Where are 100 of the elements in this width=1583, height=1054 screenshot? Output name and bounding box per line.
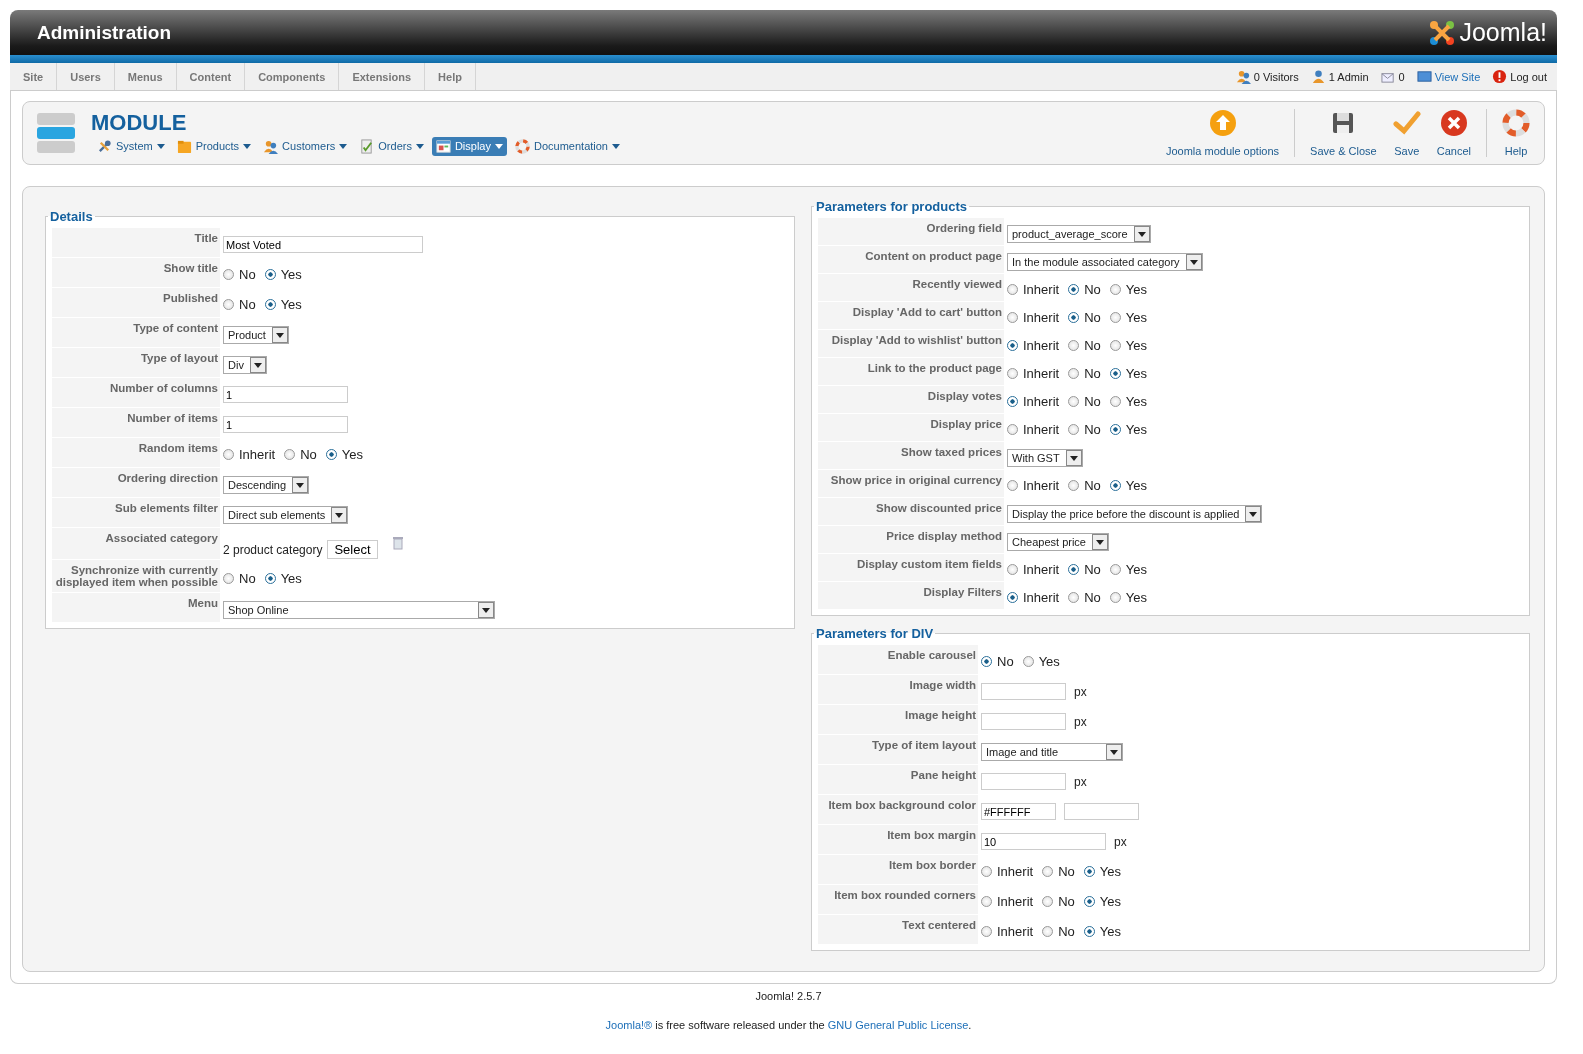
dropdown[interactable]: Image and title xyxy=(981,742,1123,761)
radio-button[interactable] xyxy=(1007,592,1018,603)
radio-button[interactable] xyxy=(1042,866,1054,877)
submenu-tab[interactable]: Documentation xyxy=(511,136,624,156)
submenu-tab[interactable]: Customers xyxy=(259,136,352,156)
dropdown[interactable]: Div xyxy=(223,355,267,374)
menu-item[interactable]: Components xyxy=(245,63,340,90)
radio-button[interactable] xyxy=(1007,340,1018,351)
radio-button[interactable] xyxy=(223,299,234,310)
text-field[interactable] xyxy=(981,683,1066,700)
field-label: Random items xyxy=(52,438,220,467)
trash-icon[interactable] xyxy=(392,535,403,550)
toolbar-button[interactable]: Save & Close xyxy=(1306,109,1381,157)
radio-button[interactable] xyxy=(223,449,234,460)
radio-label: No xyxy=(1084,366,1101,381)
people-icon xyxy=(1235,69,1251,84)
dropdown[interactable]: Display the price before the discount is applied xyxy=(1007,504,1263,523)
radio-button[interactable] xyxy=(264,572,276,584)
radio-button[interactable] xyxy=(1109,564,1121,575)
menu-item[interactable]: Help xyxy=(425,63,476,90)
radio-button[interactable] xyxy=(1109,284,1121,295)
dropdown[interactable]: Direct sub elements xyxy=(223,505,349,524)
radio-button[interactable] xyxy=(1007,564,1018,575)
dropdown[interactable]: product_average_score xyxy=(1007,224,1151,243)
radio-button[interactable] xyxy=(284,449,296,460)
joomla-link[interactable]: Joomla!® xyxy=(605,1019,653,1031)
color-swatch[interactable] xyxy=(1064,803,1139,820)
radio-button[interactable] xyxy=(1068,564,1080,575)
submenu-tab[interactable]: Products xyxy=(172,136,256,156)
radio-button[interactable] xyxy=(1068,312,1080,323)
dropdown[interactable]: Shop Online xyxy=(223,600,495,619)
color-field[interactable]: #FFFFFF xyxy=(981,803,1056,820)
dropdown[interactable]: In the module associated category xyxy=(1007,252,1203,271)
radio-button[interactable] xyxy=(1083,866,1095,877)
dropdown[interactable]: Product xyxy=(223,325,289,344)
radio-button[interactable] xyxy=(1007,312,1018,323)
text-field[interactable] xyxy=(981,713,1066,730)
radio-button[interactable] xyxy=(1109,340,1121,351)
radio-button[interactable] xyxy=(1109,368,1121,379)
radio-label: Yes xyxy=(341,447,363,462)
dropdown[interactable]: Cheapest price xyxy=(1007,532,1109,551)
toolbar-button[interactable]: Help xyxy=(1498,109,1534,157)
radio-button[interactable] xyxy=(223,572,234,584)
field-label: Item box border xyxy=(818,855,978,884)
radio-button[interactable] xyxy=(981,656,992,667)
dropdown[interactable]: Descending xyxy=(223,475,310,494)
radio-button[interactable] xyxy=(1068,340,1080,351)
text-field[interactable]: 1 xyxy=(223,416,348,433)
radio-button[interactable] xyxy=(264,269,276,280)
text-field[interactable]: Most Voted xyxy=(223,236,423,253)
submenu-tab[interactable]: Display xyxy=(431,136,507,156)
radio-button[interactable] xyxy=(325,449,337,460)
submenu-tab[interactable]: Orders xyxy=(355,136,428,156)
toolbar-button[interactable]: Save xyxy=(1388,109,1425,157)
radio-button[interactable] xyxy=(264,299,276,310)
select-button[interactable]: Select xyxy=(327,540,378,559)
menu-item[interactable]: Site xyxy=(10,63,58,90)
radio-button[interactable] xyxy=(1042,896,1054,907)
radio-button[interactable] xyxy=(1068,424,1080,435)
radio-button[interactable] xyxy=(1068,396,1080,407)
menu-item[interactable]: Extensions xyxy=(339,63,426,90)
radio-button[interactable] xyxy=(1083,896,1095,907)
submenu-tab[interactable]: System xyxy=(93,136,169,156)
radio-button[interactable] xyxy=(1109,396,1121,407)
radio-button[interactable] xyxy=(981,926,992,937)
caret-icon xyxy=(495,143,503,149)
radio-button[interactable] xyxy=(1022,656,1034,667)
lifebuoy-icon xyxy=(515,138,530,154)
radio-button[interactable] xyxy=(1109,312,1121,323)
radio-button[interactable] xyxy=(1042,926,1054,937)
radio-button[interactable] xyxy=(1068,592,1080,603)
dropdown[interactable]: With GST xyxy=(1007,448,1083,467)
status-link[interactable]: View Site xyxy=(1434,70,1481,83)
radio-button[interactable] xyxy=(981,896,992,907)
radio-button[interactable] xyxy=(1007,284,1018,295)
radio-button[interactable] xyxy=(1007,424,1018,435)
radio-label: Yes xyxy=(1125,338,1147,353)
radio-button[interactable] xyxy=(1007,396,1018,407)
unit-label: px xyxy=(1074,684,1087,699)
radio-button[interactable] xyxy=(1109,424,1121,435)
menu-item[interactable]: Menus xyxy=(114,63,177,90)
radio-button[interactable] xyxy=(223,269,234,280)
radio-button[interactable] xyxy=(1007,480,1018,491)
unit-label: px xyxy=(1074,774,1087,789)
radio-button[interactable] xyxy=(1068,368,1080,379)
menu-item[interactable]: Users xyxy=(57,63,115,90)
field-label: Item box background color xyxy=(818,795,978,824)
toolbar-button[interactable]: Joomla module options xyxy=(1161,109,1284,157)
text-field[interactable]: 10 xyxy=(981,833,1106,850)
radio-button[interactable] xyxy=(1068,284,1080,295)
radio-button[interactable] xyxy=(1109,592,1121,603)
radio-button[interactable] xyxy=(1109,480,1121,491)
radio-button[interactable] xyxy=(1068,480,1080,491)
radio-button[interactable] xyxy=(981,866,992,877)
radio-button[interactable] xyxy=(1083,926,1095,937)
menu-item[interactable]: Content xyxy=(176,63,246,90)
text-field[interactable]: 1 xyxy=(223,386,348,403)
radio-button[interactable] xyxy=(1007,368,1018,379)
toolbar-button[interactable]: Cancel xyxy=(1432,109,1475,157)
text-field[interactable] xyxy=(981,773,1066,790)
